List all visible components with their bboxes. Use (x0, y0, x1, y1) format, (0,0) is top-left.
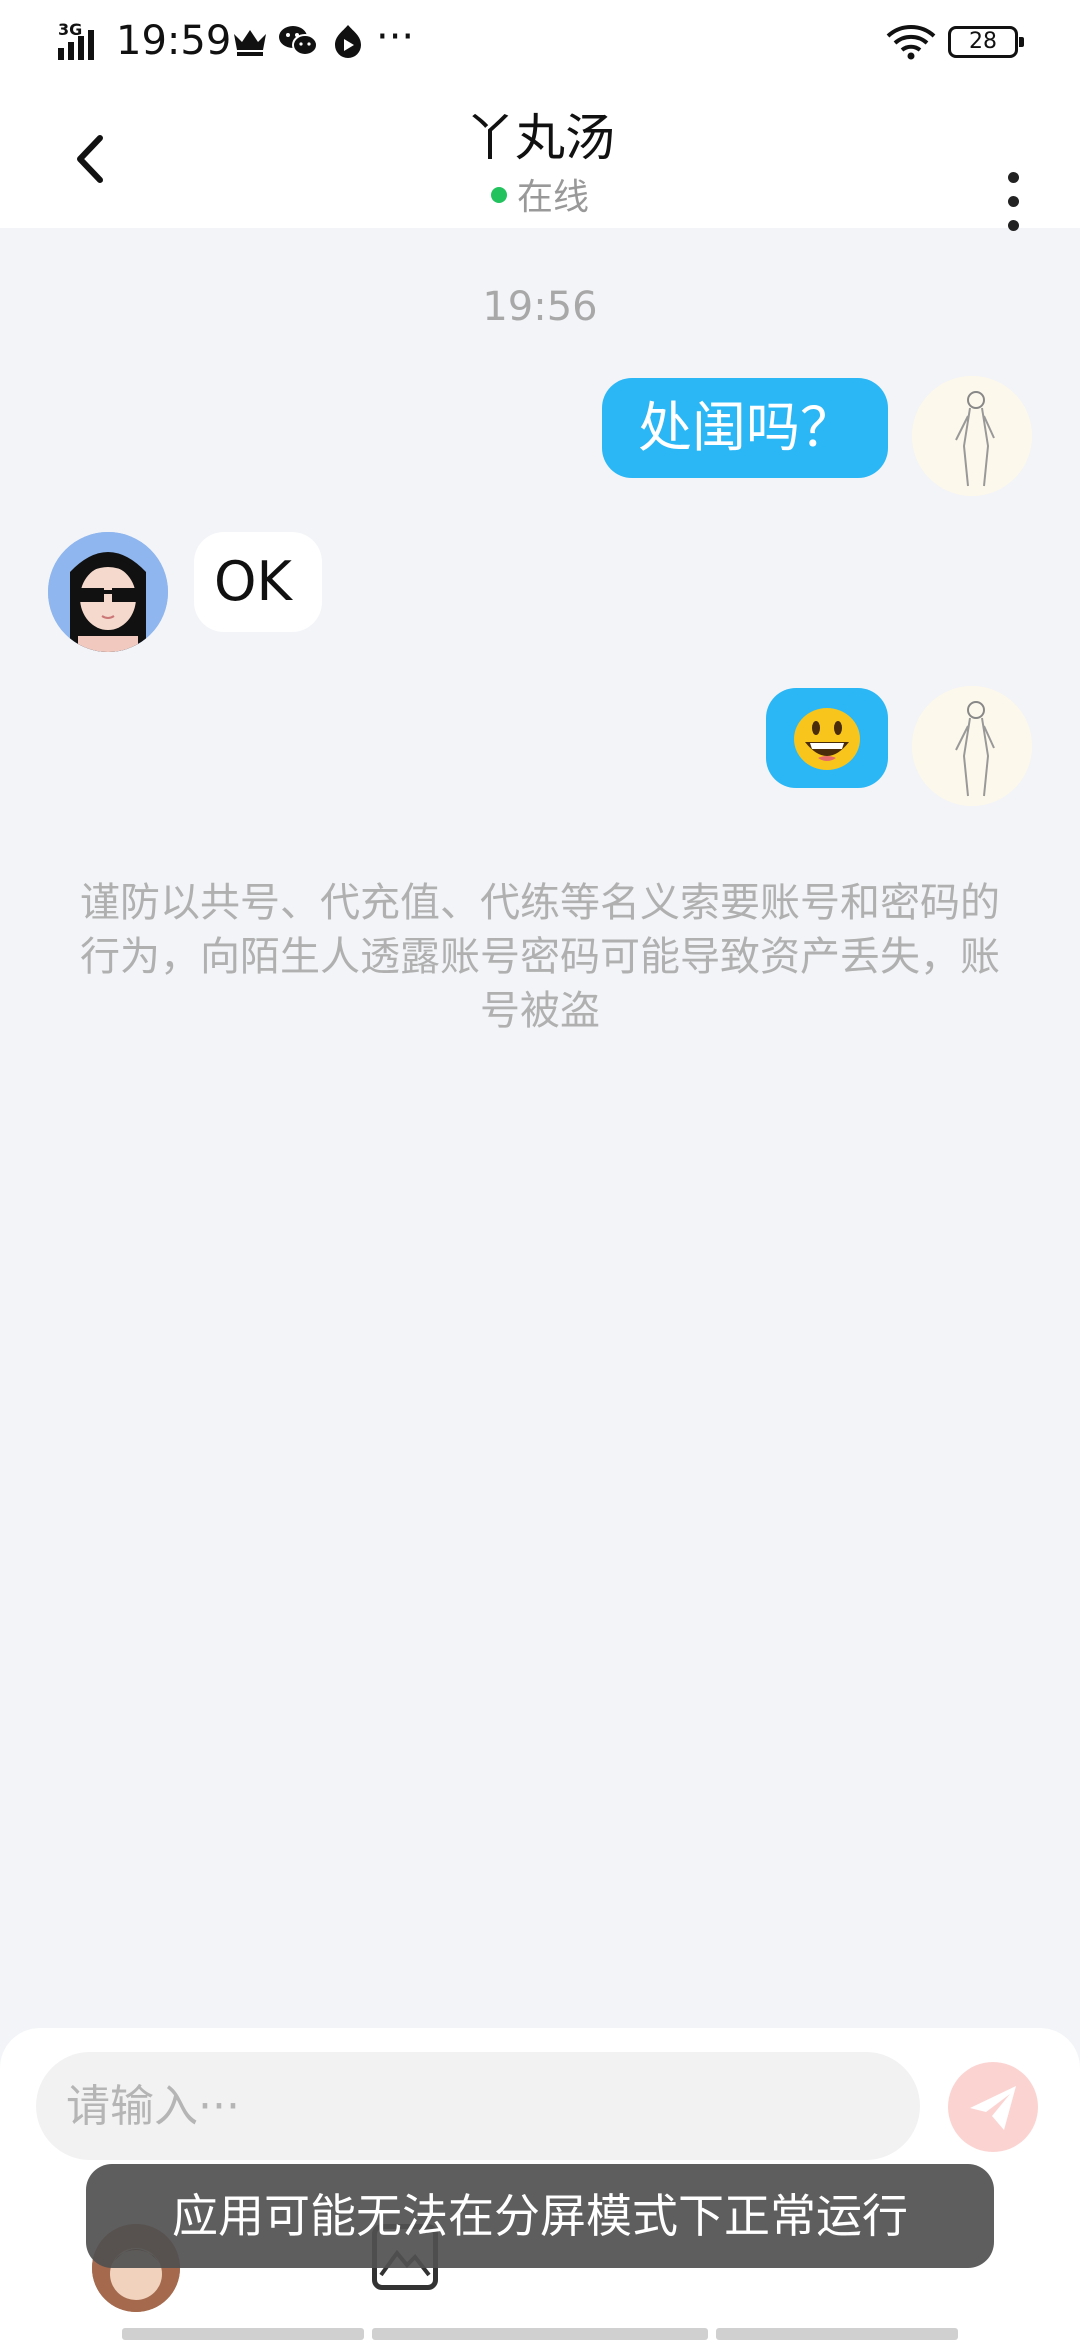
wechat-icon (279, 26, 318, 56)
paper-plane-icon (970, 2086, 1016, 2130)
more-notifications-indicator: ··· (376, 14, 415, 60)
media-app-icon (335, 25, 361, 58)
message-bubble-mine[interactable]: 处闺吗？ (602, 378, 888, 478)
my-avatar[interactable] (912, 686, 1032, 806)
bottom-tab-segment (716, 2328, 958, 2340)
online-status-label: 在线 (516, 177, 589, 218)
sketch-figure-icon (912, 686, 1032, 806)
crown-icon (234, 30, 266, 56)
online-status: 在线 (0, 168, 1080, 220)
anime-girl-sunglasses-icon (48, 532, 168, 652)
chat-header: 丫丸汤 在线 (0, 84, 1080, 231)
message-text: 处闺吗？ (638, 396, 854, 459)
security-notice: 谨防以共号、代充值、代练等名义索要账号和密码的行为，向陌生人透露账号密码可能导致… (80, 880, 1000, 1034)
status-bar: 3G 19:59 ··· 28 (0, 0, 1080, 84)
bottom-tab-segment (372, 2328, 708, 2340)
online-dot-icon (490, 187, 507, 203)
bottom-tab-segment (122, 2328, 364, 2340)
grinning-face-icon (794, 708, 860, 770)
split-screen-toast: 应用可能无法在分屏模式下正常运行 (86, 2164, 994, 2268)
message-input[interactable] (36, 2052, 920, 2160)
message-bubble-mine[interactable] (766, 688, 888, 788)
message-text: OK (214, 550, 292, 613)
send-button[interactable] (948, 2062, 1038, 2152)
signal-icon: 3G (58, 20, 108, 60)
message-bubble-theirs[interactable]: OK (194, 532, 322, 632)
more-options-button[interactable] (996, 126, 1032, 231)
my-avatar[interactable] (912, 376, 1032, 496)
wifi-icon (886, 25, 936, 60)
contact-name: 丫丸汤 (465, 109, 615, 167)
chat-timestamp: 19:56 (482, 284, 598, 330)
contact-avatar[interactable] (48, 532, 168, 652)
sketch-figure-icon (912, 376, 1032, 496)
more-vertical-icon (1008, 172, 1019, 183)
battery-indicator: 28 (948, 26, 1024, 58)
clock: 19:59 (116, 18, 232, 64)
